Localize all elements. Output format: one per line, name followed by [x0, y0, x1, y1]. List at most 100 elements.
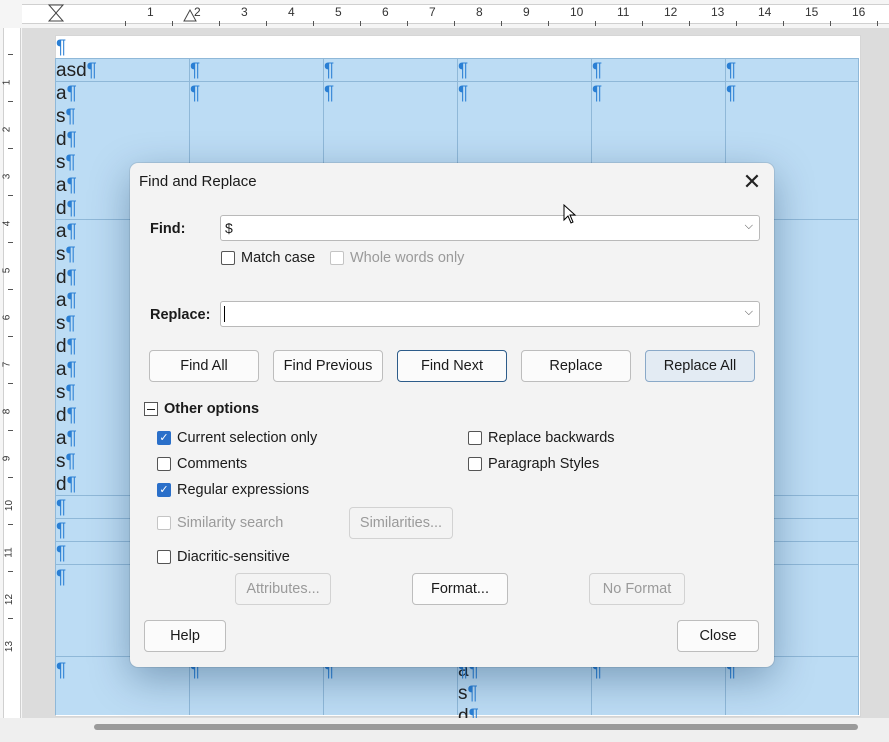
replace-backwards-checkbox[interactable]: Replace backwards	[468, 430, 615, 446]
close-button[interactable]: Close	[677, 620, 759, 652]
chevron-down-icon[interactable]: ⌵	[745, 220, 753, 233]
ruler-tick	[8, 101, 13, 102]
replace-label: Replace:	[150, 307, 211, 323]
cell-text[interactable]: s¶	[56, 381, 76, 404]
similarity-search-checkbox[interactable]: Similarity search	[157, 515, 283, 531]
current-selection-checkbox[interactable]: ✓ Current selection only	[157, 430, 317, 446]
scrollbar-thumb[interactable]	[94, 724, 858, 730]
paragraph-mark: ¶	[56, 543, 67, 564]
cell-text[interactable]: asd¶	[56, 59, 97, 82]
other-options-expander[interactable]: Other options	[164, 401, 259, 417]
paragraph-mark: ¶	[66, 336, 77, 357]
find-previous-button[interactable]: Find Previous	[273, 350, 383, 382]
cell-text-value: d	[56, 405, 67, 426]
checkbox-box[interactable]	[157, 550, 171, 564]
find-next-button[interactable]: Find Next	[397, 350, 507, 382]
no-format-button[interactable]: No Format	[589, 573, 685, 605]
checkbox-label: Current selection only	[177, 430, 318, 446]
checkbox-box[interactable]	[221, 251, 235, 265]
ruler-tick	[501, 21, 502, 26]
replace-all-button[interactable]: Replace All	[645, 350, 755, 382]
dialog-title: Find and Replace	[139, 173, 257, 190]
help-button[interactable]: Help	[144, 620, 226, 652]
close-icon[interactable]: ✕	[738, 169, 766, 195]
cell-text[interactable]: d¶	[56, 335, 77, 358]
ruler-number: 6	[382, 5, 389, 19]
cell-text[interactable]: d¶	[56, 404, 77, 427]
table-border	[55, 58, 859, 59]
cell-text[interactable]: s¶	[458, 682, 478, 705]
find-replace-dialog: Find and Replace ✕ Find: $ ⌵ Match case …	[130, 163, 774, 667]
checkbox-label: Regular expressions	[177, 482, 310, 498]
comments-checkbox[interactable]: Comments	[157, 456, 247, 472]
checkbox-box[interactable]	[468, 457, 482, 471]
ruler-tick	[125, 21, 126, 26]
cell-text[interactable]: s¶	[56, 151, 76, 174]
cell-text-value: a	[56, 221, 67, 242]
cell-text[interactable]: d¶	[56, 197, 77, 220]
checkbox-box[interactable]	[468, 431, 482, 445]
cell-text[interactable]: d¶	[56, 473, 77, 496]
cell-text[interactable]: a¶	[56, 427, 77, 450]
replace-button[interactable]: Replace	[521, 350, 631, 382]
cell-text[interactable]: s¶	[56, 312, 76, 335]
similarities-button[interactable]: Similarities...	[349, 507, 453, 539]
collapse-icon[interactable]	[144, 402, 158, 416]
cell-text[interactable]: a¶	[56, 220, 77, 243]
cell-text[interactable]: s¶	[56, 450, 76, 473]
paragraph-mark: ¶	[467, 683, 478, 704]
match-case-checkbox[interactable]: Match case	[221, 250, 315, 266]
cell-text[interactable]: d¶	[56, 128, 77, 151]
ruler-tick	[8, 289, 13, 290]
cell-text[interactable]: a¶	[56, 358, 77, 381]
check-icon[interactable]: ✓	[157, 431, 171, 445]
cell-text[interactable]: a¶	[56, 174, 77, 197]
ruler-number: 5	[335, 5, 342, 19]
ruler-number: 8	[476, 5, 483, 19]
diacritic-sensitive-checkbox[interactable]: Diacritic-sensitive	[157, 549, 290, 565]
cell-text-value: d	[56, 336, 67, 357]
table-border	[55, 81, 859, 82]
paragraph-mark: ¶	[66, 474, 77, 495]
ruler-number: 14	[758, 5, 772, 19]
replace-combobox[interactable]: ⌵	[220, 301, 760, 327]
horizontal-scrollbar[interactable]	[0, 718, 889, 742]
paragraph-styles-checkbox[interactable]: Paragraph Styles	[468, 456, 599, 472]
ruler-number: 12	[664, 5, 678, 19]
paragraph-mark: ¶	[66, 405, 77, 426]
ruler-tick	[830, 21, 831, 26]
cell-text[interactable]: s¶	[56, 243, 76, 266]
ruler-tick	[8, 336, 13, 337]
find-all-button[interactable]: Find All	[149, 350, 259, 382]
format-button[interactable]: Format...	[412, 573, 508, 605]
check-icon[interactable]: ✓	[157, 483, 171, 497]
ruler-tick	[689, 21, 690, 26]
indent-marker-icon[interactable]	[48, 4, 64, 22]
find-input[interactable]: $	[225, 220, 233, 236]
cell-text[interactable]: a¶	[56, 82, 77, 105]
find-combobox[interactable]: $ ⌵	[220, 215, 760, 241]
regular-expressions-checkbox[interactable]: ✓ Regular expressions	[157, 482, 309, 498]
cell-text-value: a	[56, 290, 67, 311]
paragraph-mark: ¶	[66, 428, 77, 449]
ruler-number: 10	[4, 499, 16, 512]
cell-text[interactable]: a¶	[56, 289, 77, 312]
cell-text[interactable]: s¶	[56, 105, 76, 128]
paragraph-mark: ¶	[458, 60, 469, 81]
paragraph-mark: ¶	[66, 267, 77, 288]
horizontal-ruler[interactable]: 1234567891011121314151617	[0, 0, 889, 28]
whole-words-checkbox[interactable]: Whole words only	[330, 250, 464, 266]
ruler-number: 4	[1, 220, 13, 227]
ruler-tick	[8, 383, 13, 384]
checkbox-box[interactable]	[330, 251, 344, 265]
paragraph-mark: ¶	[66, 290, 77, 311]
cell-text[interactable]: d¶	[56, 266, 77, 289]
cell-text-value: s	[56, 244, 66, 265]
attributes-button[interactable]: Attributes...	[235, 573, 331, 605]
vertical-ruler[interactable]: 1 2 3 4 5 6 7 8 9 10 11 12 13	[0, 28, 22, 742]
ruler-number: 13	[711, 5, 725, 19]
text-caret	[224, 306, 225, 322]
chevron-down-icon[interactable]: ⌵	[745, 306, 753, 319]
checkbox-box[interactable]	[157, 457, 171, 471]
checkbox-box[interactable]	[157, 516, 171, 530]
